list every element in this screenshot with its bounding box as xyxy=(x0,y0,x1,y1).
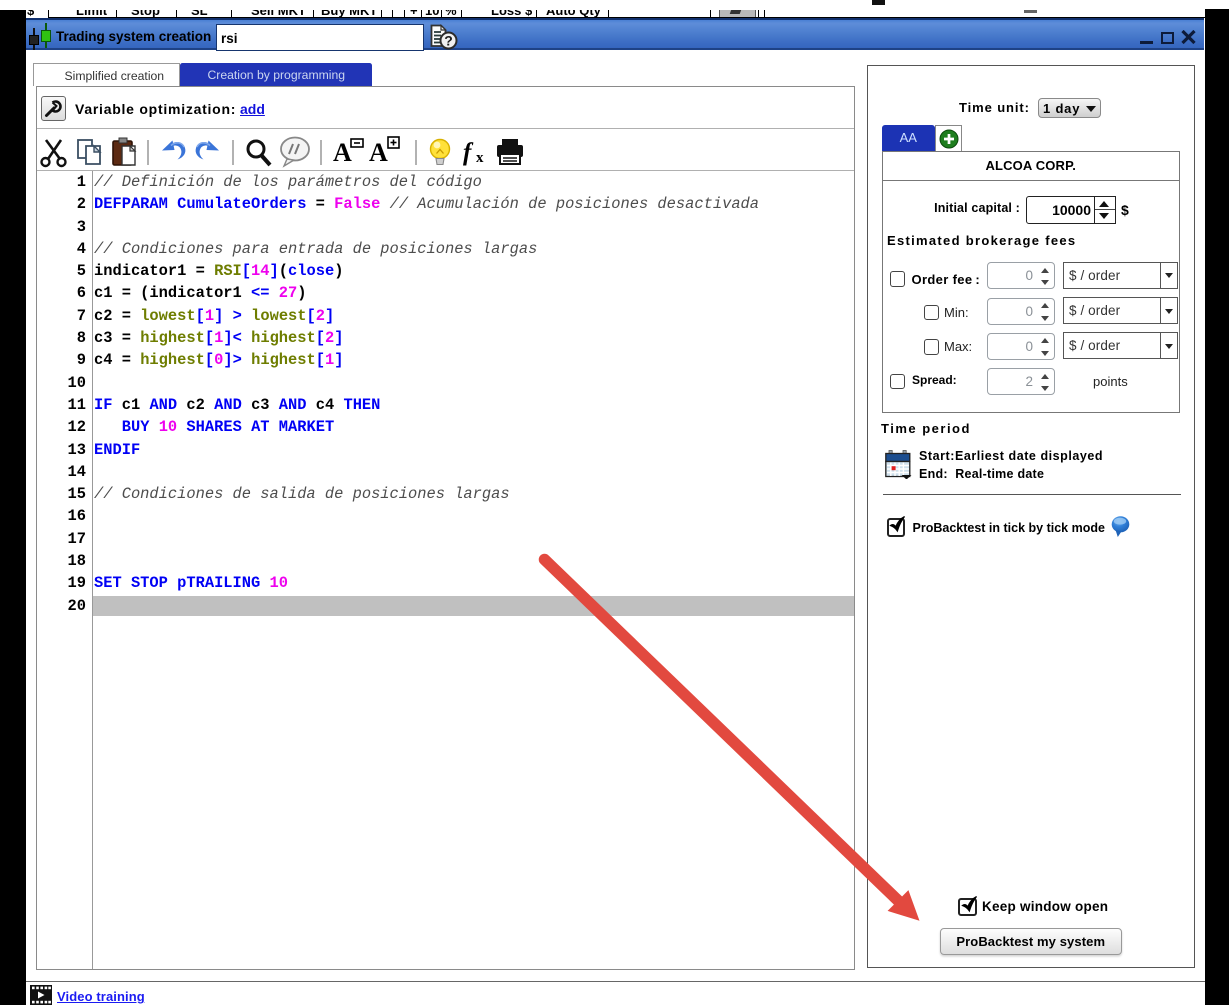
svg-text:?: ? xyxy=(444,33,453,49)
svg-text:f: f xyxy=(463,139,474,166)
svg-text:x: x xyxy=(476,150,484,166)
svg-text:A: A xyxy=(333,138,352,167)
svg-text:A: A xyxy=(369,138,388,167)
